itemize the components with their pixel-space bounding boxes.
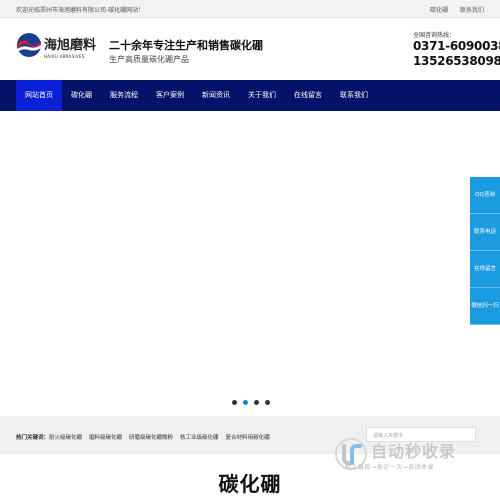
nav-boron-carbide[interactable]: 碳化硼: [62, 80, 101, 111]
keyword-link[interactable]: 耐火级碳化硼: [49, 433, 82, 441]
site-header: 海旭磨料 HAIXU ABRASIVES 二十余年专注生产和销售碳化硼 生产高质…: [0, 18, 500, 80]
top-link-boron-carbide[interactable]: 碳化硼: [430, 5, 448, 14]
banner-dot-1[interactable]: [232, 400, 237, 405]
nav-home[interactable]: 网站首页: [16, 80, 62, 111]
hot-keywords-list: 耐火级碳化硼 磨料级碳化硼 研磨级碳化硼微粉 核工业级碳化硼 复合材料用碳化硼: [49, 433, 270, 441]
float-contact-phone[interactable]: 联系电话: [470, 214, 500, 251]
hotline-phone-1: 0371-60900389: [413, 39, 500, 53]
top-bar: 欢迎光临郑州市海旭磨料有限公司-碳化硼网站！ 碳化硼 联系我们: [0, 0, 500, 18]
keyword-link[interactable]: 复合材料用碳化硼: [226, 433, 270, 441]
keyword-link[interactable]: 研磨级碳化硼微粉: [129, 433, 173, 441]
nav-contact[interactable]: 联系我们: [331, 80, 377, 111]
slogan-main: 二十余年专注生产和销售碳化硼: [109, 39, 263, 52]
banner-slider[interactable]: [0, 111, 500, 416]
nav-news[interactable]: 新闻资讯: [193, 80, 239, 111]
main-nav: 网站首页 碳化硼 服务流程 客户案例 新闻资讯 关于我们 在线留言 联系我们: [0, 80, 500, 111]
top-links: 碳化硼 联系我们: [430, 5, 484, 14]
float-online-message[interactable]: 在线留言: [470, 251, 500, 288]
watermark-text: 自动秒收录: [371, 442, 457, 461]
nav-online-message[interactable]: 在线留言: [285, 80, 331, 111]
top-link-contact[interactable]: 联系我们: [460, 5, 484, 14]
logo-english-name: HAIXU ABRASIVES: [44, 54, 85, 59]
banner-dot-2[interactable]: [243, 400, 248, 405]
nav-customer-cases[interactable]: 客户案例: [147, 80, 193, 111]
hot-keywords-label: 热门关键词：: [16, 435, 50, 441]
slogan-sub: 生产高质量碳化硼产品: [109, 55, 189, 64]
nav-service-process[interactable]: 服务流程: [101, 80, 147, 111]
section-title: 碳化硼: [218, 472, 282, 496]
banner-dots: [232, 400, 270, 405]
site-logo[interactable]: 海旭磨料 HAIXU ABRASIVES: [16, 30, 96, 70]
logo-chinese-name: 海旭磨料: [44, 38, 97, 53]
hotline-label: 全国咨询热线：: [413, 32, 456, 39]
keyword-link[interactable]: 核工业级碳化硼: [180, 433, 219, 441]
nav-about[interactable]: 关于我们: [239, 80, 285, 111]
hotline-phone-2: 13526538098: [413, 54, 500, 68]
float-qq-consult[interactable]: QQ咨询: [470, 177, 500, 214]
float-wechat-scan[interactable]: 微信扫一扫: [470, 288, 500, 325]
keyword-link[interactable]: 磨料级碳化硼: [89, 433, 122, 441]
haixu-wave-logo-icon: [17, 33, 41, 57]
welcome-text: 欢迎光临郑州市海旭磨料有限公司-碳化硼网站！: [16, 7, 145, 14]
floating-contact-bar: QQ咨询 联系电话 在线留言 微信扫一扫: [470, 177, 500, 325]
banner-dot-3[interactable]: [254, 400, 259, 405]
banner-dot-4[interactable]: [265, 400, 270, 405]
